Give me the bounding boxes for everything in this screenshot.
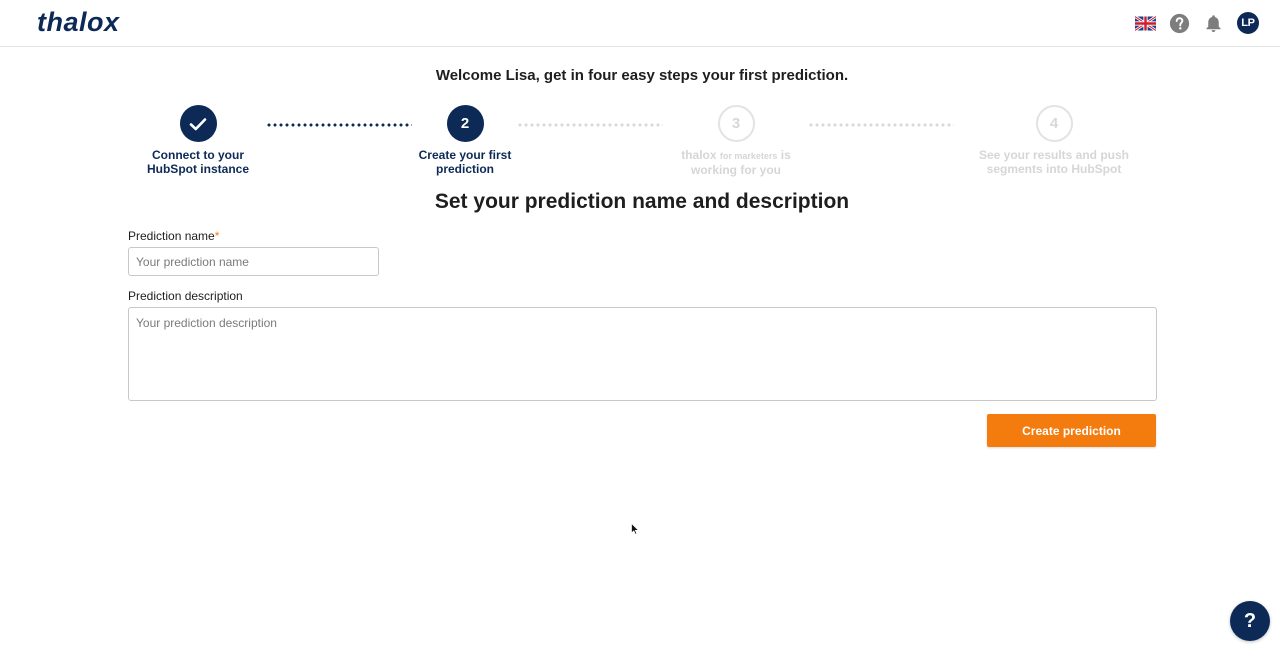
step-connector-3	[808, 123, 954, 127]
prediction-name-input[interactable]	[128, 247, 379, 276]
top-bar: thalox LP	[0, 0, 1280, 47]
header-actions: LP	[1135, 12, 1259, 34]
step-3-number: 3	[717, 105, 755, 142]
step-4-see-results: 4 See your results and push segments int…	[974, 105, 1134, 176]
user-avatar[interactable]: LP	[1237, 12, 1259, 34]
step-3-label-line1: thalox for marketers is	[656, 148, 816, 163]
prediction-description-label: Prediction description	[128, 289, 243, 303]
prediction-name-label-text: Prediction name	[128, 229, 215, 243]
step-4-label: See your results and push segments into …	[974, 148, 1134, 176]
thalox-logo[interactable]: thalox	[37, 7, 120, 38]
prediction-name-label: Prediction name*	[128, 229, 219, 243]
step-3-processing: 3 thalox for marketers is working for yo…	[656, 105, 816, 177]
step-1-label: Connect to your HubSpot instance	[118, 148, 278, 176]
step-1-label-line2: HubSpot instance	[146, 162, 249, 176]
checkmark-icon	[189, 117, 207, 130]
step-3-brand-tagline: for marketers	[719, 151, 778, 161]
question-circle-icon[interactable]	[1169, 13, 1190, 34]
prediction-description-textarea[interactable]	[128, 307, 1157, 401]
step-2-create-prediction: 2 Create your first prediction	[385, 105, 545, 176]
required-asterisk: *	[214, 229, 220, 243]
form-title: Set your prediction name and description	[434, 190, 850, 213]
step-4-label-line2: segments into HubSpot	[986, 162, 1122, 176]
step-4-label-line1: See your results and push	[978, 148, 1130, 162]
step-4-number: 4	[1035, 105, 1073, 142]
step-2-label: Create your first prediction	[385, 148, 545, 176]
step-3-brand: thalox	[681, 148, 717, 162]
welcome-heading: Welcome Lisa, get in four easy steps you…	[435, 67, 849, 84]
step-3-label-suffix: is	[780, 148, 791, 162]
step-connector-2	[517, 123, 663, 127]
bell-icon[interactable]	[1203, 13, 1224, 34]
step-3-label: thalox for marketers is working for you	[656, 148, 816, 177]
step-2-label-line1: Create your first	[418, 148, 512, 162]
step-1-connect-hubspot: Connect to your HubSpot instance	[118, 105, 278, 176]
uk-flag-icon[interactable]	[1135, 15, 1156, 31]
step-2-label-line2: prediction	[435, 162, 494, 176]
step-1-label-line1: Connect to your	[152, 148, 244, 162]
step-1-check-badge	[179, 105, 217, 142]
step-3-label-line2: working for you	[691, 163, 781, 177]
step-2-number: 2	[446, 105, 484, 142]
create-prediction-button[interactable]: Create prediction	[987, 414, 1156, 447]
mouse-cursor-icon	[631, 523, 639, 535]
logo-text: thalox	[37, 7, 120, 37]
help-chat-button[interactable]: ?	[1230, 601, 1270, 641]
